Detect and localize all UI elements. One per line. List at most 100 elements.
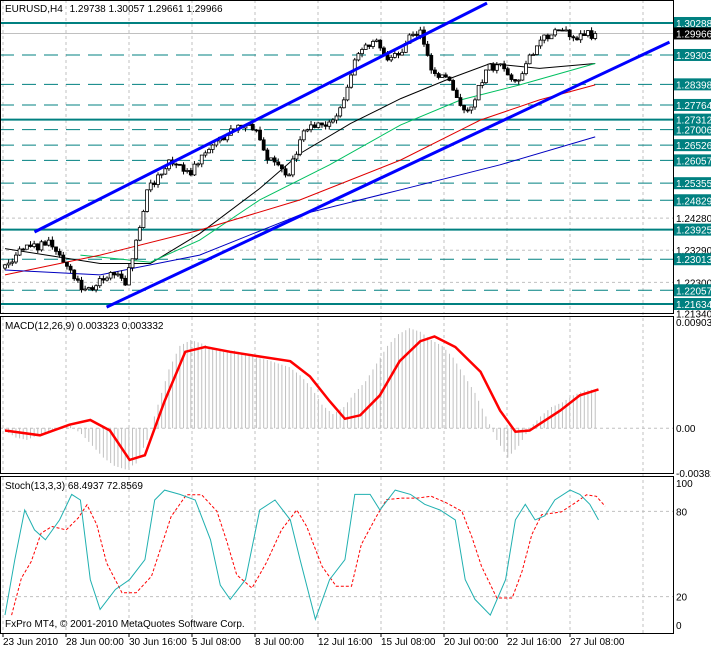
candle-bear — [90, 287, 95, 291]
candle-bull — [10, 261, 15, 264]
candle-bull — [338, 107, 343, 117]
candle-bull — [294, 153, 299, 160]
candle-bull — [210, 144, 215, 150]
stoch-header: Stoch(13,3,3) 68.4937 72.8569 — [5, 481, 143, 492]
candle-bear — [582, 33, 587, 36]
candle-bear — [396, 53, 401, 56]
candle-bull — [3, 264, 7, 269]
candle-bear — [181, 164, 186, 172]
candle-bull — [17, 248, 22, 256]
candle-bear — [112, 272, 117, 276]
candle-bear — [35, 243, 40, 251]
candle-bull — [553, 29, 558, 36]
candle-bull — [392, 53, 397, 58]
trading-chart[interactable]: 1.242801.232901.223001.213401.302881.273… — [0, 0, 711, 648]
candle-bull — [24, 244, 29, 250]
candle-bear — [505, 68, 510, 76]
candle-bear — [54, 246, 58, 252]
candle-bear — [57, 250, 62, 256]
macd-signal-line — [4, 335, 599, 462]
candle-bull — [163, 168, 168, 175]
candle-bull — [327, 121, 332, 127]
price-label: 1.22057 — [676, 286, 711, 297]
candle-bull — [469, 106, 474, 111]
candle-bull — [473, 99, 477, 108]
candle-bear — [414, 34, 419, 36]
candle-bear — [258, 129, 262, 141]
candle-bull — [203, 152, 208, 156]
candle-bull — [527, 54, 532, 65]
price-axis: 1.242801.232901.223001.213401.302881.273… — [674, 16, 711, 632]
price-label: 1.24829 — [676, 196, 711, 207]
candle-bear — [367, 44, 372, 47]
candle-bull — [411, 34, 415, 36]
candle-bull — [199, 154, 204, 165]
price-label: 1.29303 — [676, 51, 711, 62]
candle-bull — [374, 39, 379, 42]
candles — [3, 26, 598, 293]
candle-bull — [148, 182, 153, 191]
candle-bear — [556, 29, 561, 32]
candle-bull — [39, 241, 44, 251]
candle-bull — [487, 63, 492, 71]
macd-header: MACD(12,26,9) 0.003323 0.003332 — [5, 321, 164, 332]
candle-bear — [265, 149, 270, 161]
candle-bull — [363, 44, 368, 50]
candle-bear — [43, 241, 47, 246]
price-label: 1.25355 — [676, 179, 711, 190]
candle-bear — [436, 73, 441, 78]
trend-channel[interactable] — [33, 1, 671, 309]
time-label: 30 Jun 16:00 — [129, 637, 187, 648]
candle-bull — [14, 254, 18, 263]
candle-bear — [443, 74, 448, 78]
candle-bull — [494, 64, 499, 71]
candle-bear — [254, 129, 259, 132]
candle-bull — [46, 239, 51, 246]
candle-bull — [305, 129, 310, 132]
candle-bull — [334, 115, 339, 121]
price-label: 1.21634 — [676, 300, 711, 311]
candle-bear — [279, 164, 284, 170]
candle-bear — [425, 43, 430, 56]
candle-bull — [524, 63, 528, 75]
copyright-text: FxPro MT4, © 2001-2010 MetaQuotes Softwa… — [5, 619, 245, 630]
candle-bull — [440, 74, 445, 78]
candle-bear — [250, 124, 255, 131]
candle-bull — [542, 34, 547, 41]
candle-bull — [535, 45, 539, 55]
stoch-panel — [0, 489, 673, 622]
candle-bear — [560, 29, 565, 32]
candle-bear — [21, 248, 26, 251]
candle-bull — [287, 174, 292, 177]
candle-bear — [188, 170, 193, 176]
candle-bull — [290, 158, 295, 176]
candle-bull — [593, 33, 598, 39]
symbol-ohlc-header: EURUSD,H4 1.29738 1.30057 1.29661 1.2996… — [5, 4, 223, 15]
candle-bear — [101, 278, 106, 281]
stoch-tick-label: 0 — [676, 621, 682, 632]
price-tick-label: 1.24280 — [676, 214, 711, 225]
candle-bull — [349, 74, 354, 88]
candle-bull — [330, 119, 335, 123]
candle-bear — [68, 265, 73, 271]
candle-bear — [152, 182, 157, 185]
candle-bear — [272, 157, 277, 163]
candle-bear — [283, 168, 288, 176]
candle-bull — [484, 69, 488, 84]
time-label: 27 Jul 08:00 — [570, 637, 625, 648]
candle-bear — [177, 163, 182, 166]
candle-bear — [174, 163, 179, 166]
candle-bull — [159, 173, 164, 176]
candle-bull — [94, 285, 98, 291]
candle-bull — [32, 243, 37, 247]
price-label: 1.29966 — [676, 29, 711, 40]
time-label: 5 Jul 08:00 — [192, 637, 241, 648]
candle-bull — [192, 163, 197, 176]
price-label: 1.27006 — [676, 126, 711, 137]
candle-bull — [352, 59, 357, 76]
candle-bear — [509, 74, 514, 80]
candle-bull — [360, 49, 364, 55]
time-label: 20 Jul 00:00 — [444, 637, 499, 648]
candle-bull — [345, 86, 350, 101]
candle-bull — [185, 170, 190, 172]
